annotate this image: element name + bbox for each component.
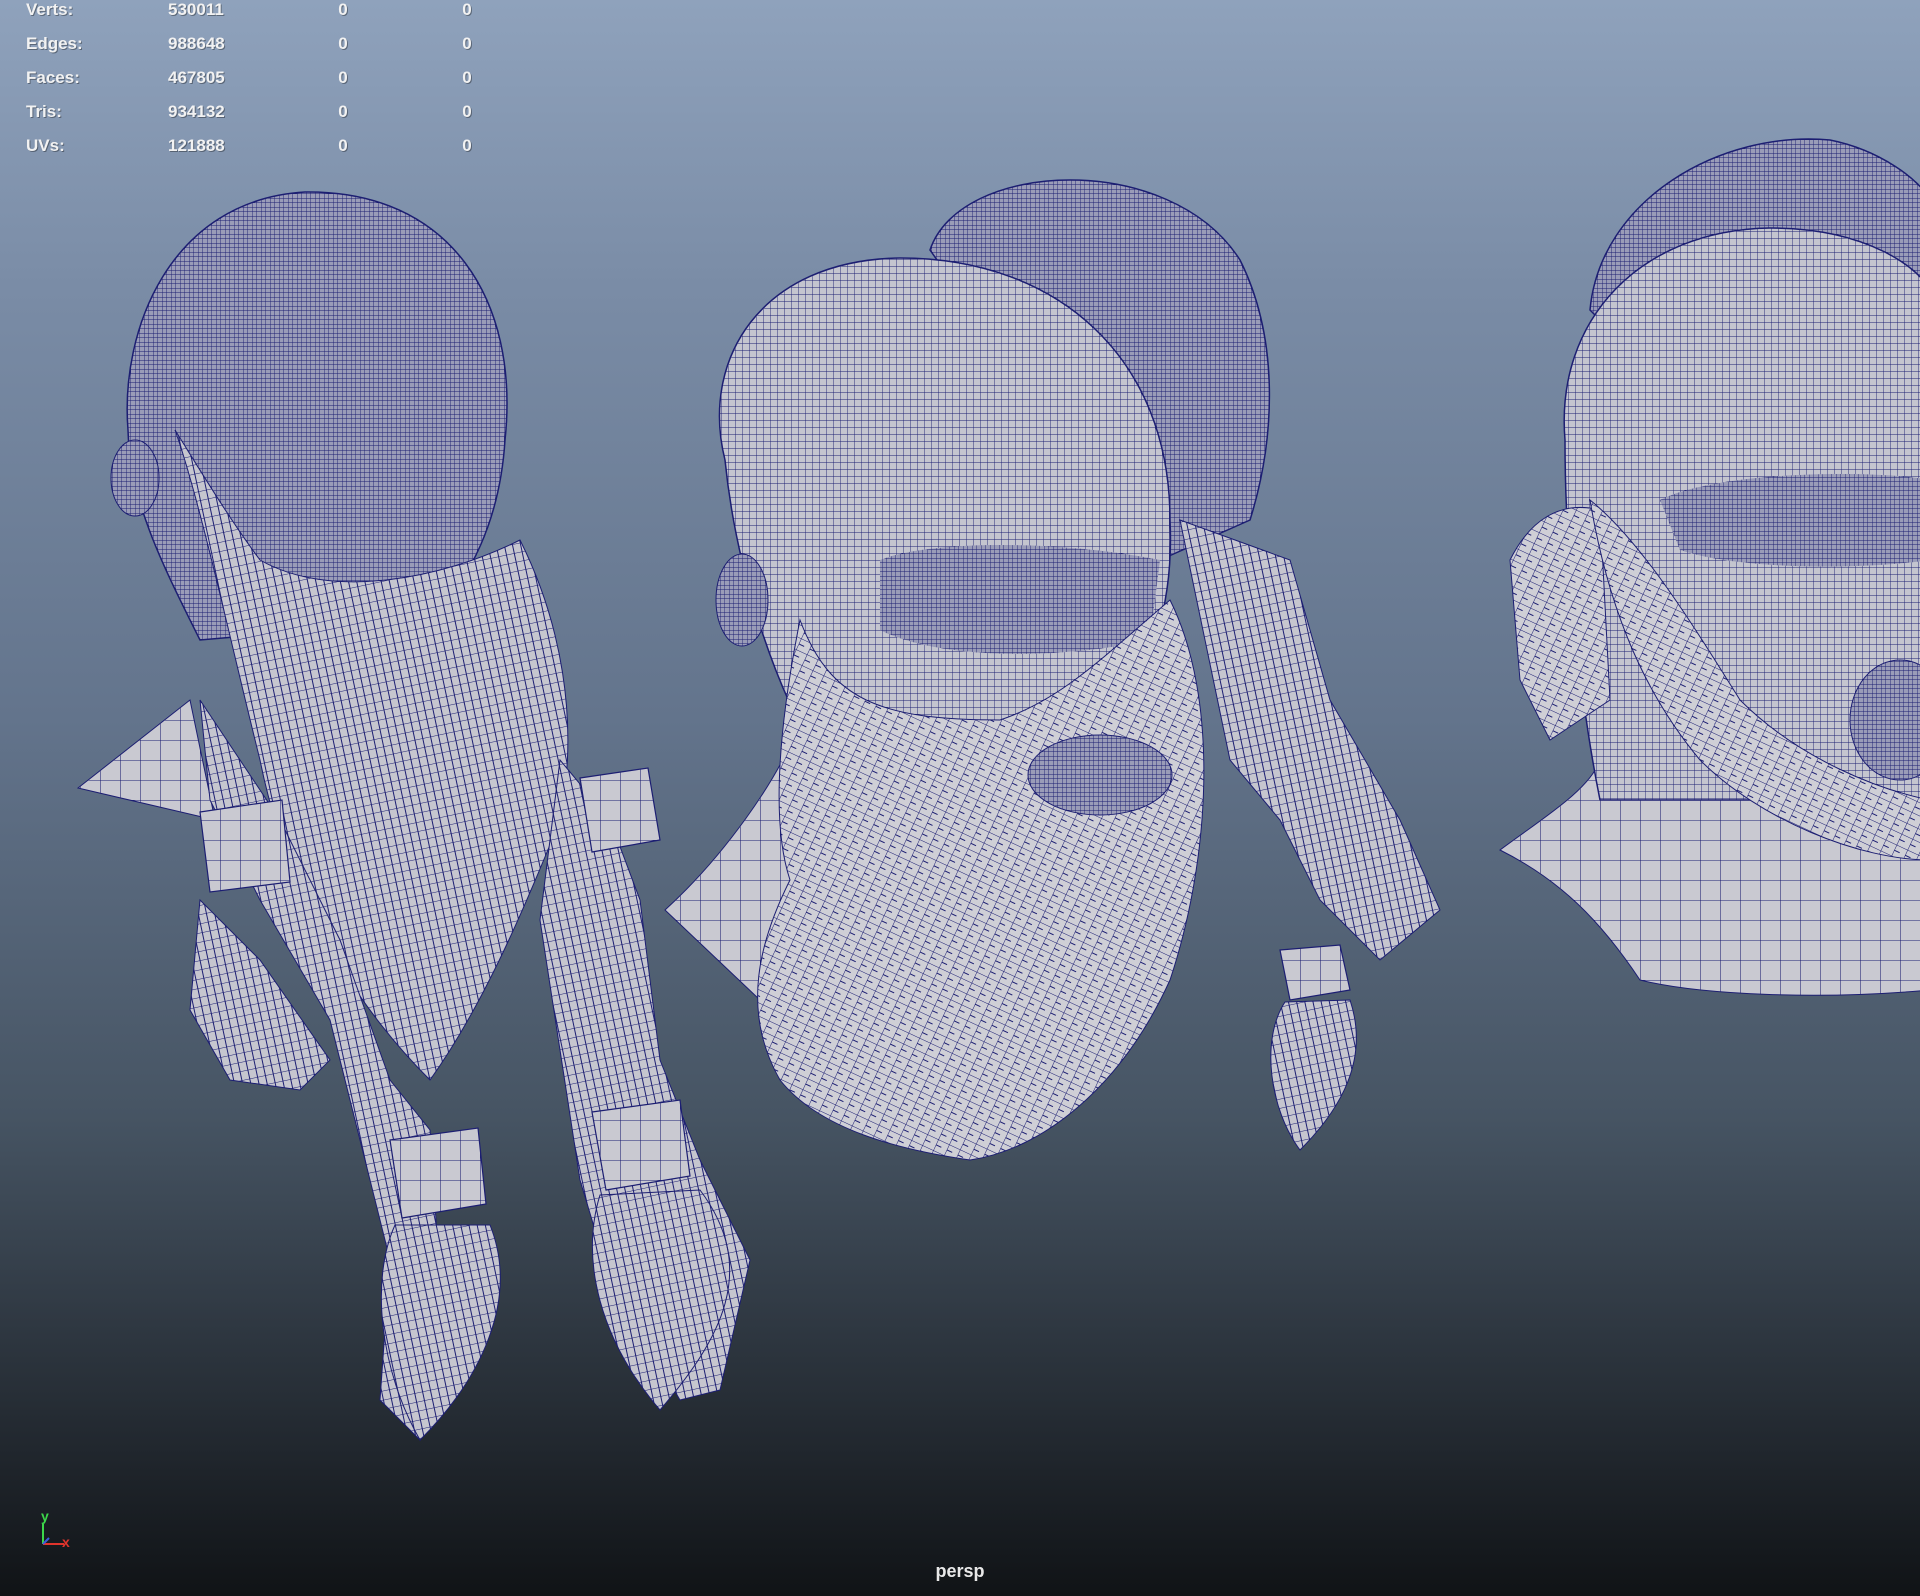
- head-model-center[interactable]: [664, 257, 1205, 1161]
- hud-component: 0: [462, 136, 472, 155]
- hud-label: Verts:: [26, 0, 74, 19]
- head-model-left[interactable]: [76, 191, 751, 1442]
- hud-component: 0: [462, 102, 472, 121]
- camera-name-label: persp: [935, 1561, 985, 1581]
- axis-y-label: y: [41, 1508, 49, 1524]
- hud-selected: 0: [338, 34, 348, 53]
- hud-label: Faces:: [26, 68, 80, 87]
- hud-label: Edges:: [26, 34, 83, 53]
- hud-selected: 0: [338, 0, 348, 19]
- hud-selected: 0: [338, 68, 348, 87]
- hud-label: UVs:: [26, 136, 65, 155]
- hud-component: 0: [462, 0, 472, 19]
- head-model-right[interactable]: [1499, 227, 1920, 996]
- hud-component: 0: [462, 34, 472, 53]
- hud-selected: 0: [338, 136, 348, 155]
- hud-total: 121888: [168, 136, 225, 155]
- axis-gizmo-icon: y x: [32, 1508, 82, 1552]
- hud-total: 934132: [168, 102, 225, 121]
- persp-viewport[interactable]: Verts: 530011 0 0 Edges: 988648 0 0 Face…: [0, 0, 1920, 1596]
- hud-label: Tris:: [26, 102, 62, 121]
- hud-total: 988648: [168, 34, 225, 53]
- hud-total: 530011: [168, 0, 224, 19]
- axis-x-label: x: [62, 1534, 70, 1550]
- hud-total: 467805: [168, 68, 225, 87]
- scene-geometry[interactable]: [0, 0, 1920, 1596]
- hud-selected: 0: [338, 102, 348, 121]
- hud-component: 0: [462, 68, 472, 87]
